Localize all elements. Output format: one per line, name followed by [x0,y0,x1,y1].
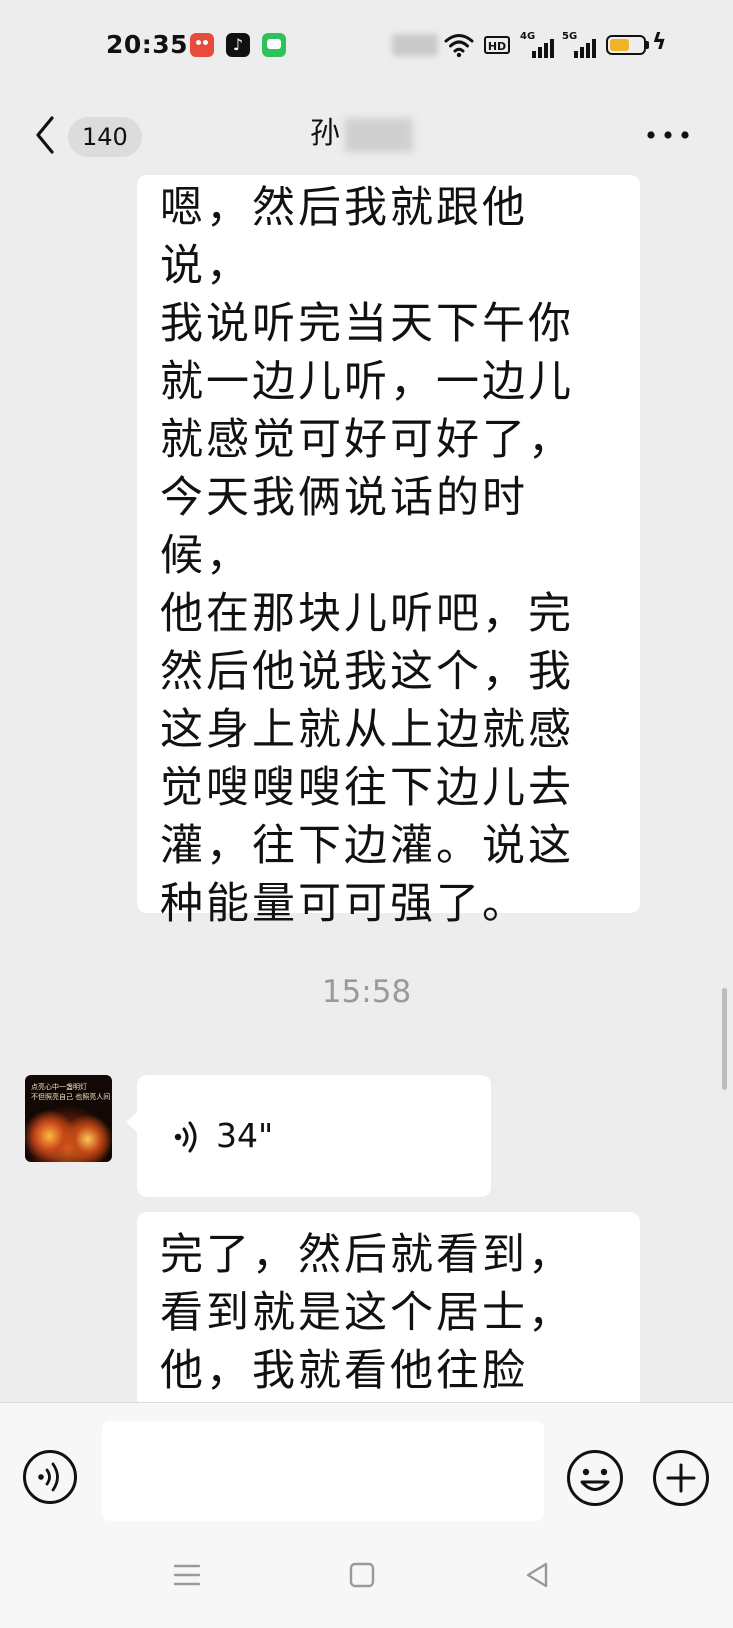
home-square-icon[interactable] [345,1558,379,1592]
message-input[interactable] [102,1421,544,1521]
battery-icon [606,35,646,55]
message-line: 觉嗖嗖嗖往下边儿去 [160,763,574,813]
message-line: 完了，然后就看到， [160,1230,574,1280]
voice-wave-icon [174,1121,197,1153]
message-line: 嗯，然后我就跟他说， [160,183,528,291]
back-arrow-icon[interactable] [30,112,62,158]
voice-message-bubble[interactable]: 34" [126,1075,491,1197]
status-time: 20:35 [106,30,189,59]
message-line: 这身上就从上边就感 [160,705,574,755]
message-line: 种能量可可强了。 [160,879,528,929]
tiktok-icon: ♪ [226,33,250,57]
battery-tip [646,41,649,49]
message-line: 看到就是这个居士， [160,1288,574,1338]
unread-count-badge[interactable]: 140 [68,117,142,157]
message-line: 他在那块儿听吧，完 [160,589,574,639]
emoji-icon[interactable] [566,1449,624,1507]
text-message-bubble[interactable]: 完了，然后就看到， 看到就是这个居士， 他，我就看他往脸 [137,1212,640,1412]
contact-avatar[interactable]: 点亮心中一盏明灯 不但照亮自己 也照亮人间 [25,1075,112,1162]
message-text: 嗯，然后我就跟他说， 我说听完当天下午你 就一边儿听，一边儿 就感觉可好可好了，… [160,179,618,933]
signal-4g-icon: 4G [520,32,554,58]
hd-voice-badge: HD [484,36,510,54]
back-triangle-icon[interactable] [520,1558,554,1592]
signal-5g-icon: 5G [562,32,596,58]
message-line: 就感觉可好可好了， [160,415,574,465]
chat-header: 140 孙 [0,90,733,180]
message-line: 我说听完当天下午你 [160,299,574,349]
message-line: 今天我俩说话的时候， [160,473,528,581]
message-text: 完了，然后就看到， 看到就是这个居士， 他，我就看他往脸 [160,1226,618,1400]
battery-level-fill [610,39,629,51]
blurred-contact-name [345,118,413,152]
message-line: 就一边儿听，一边儿 [160,357,574,407]
voice-duration: 34" [216,1116,274,1155]
charging-icon: ϟ [652,30,667,55]
chat-title: 孙 [310,116,340,151]
avatar-caption: 不但照亮自己 也照亮人间 [31,1093,111,1101]
plus-icon[interactable] [652,1449,710,1507]
message-line: 然后他说我这个，我 [160,647,574,697]
message-line: 灌，往下边灌。说这 [160,821,574,871]
chat-input-bar [0,1402,733,1525]
status-bar: 20:35 ♪ HD 4G 5G ϟ [0,0,733,90]
voice-input-toggle-icon[interactable] [22,1449,78,1505]
menu-icon[interactable] [170,1558,204,1592]
blurred-status-icon [392,34,438,56]
avatar-caption: 点亮心中一盏明灯 [31,1083,87,1091]
system-navigation-bar [0,1524,733,1628]
message-timestamp: 15:58 [321,974,412,1010]
text-message-bubble[interactable]: 嗯，然后我就跟他说， 我说听完当天下午你 就一边儿听，一边儿 就感觉可好可好了，… [137,175,640,929]
message-line: 他，我就看他往脸 [160,1346,528,1396]
scrollbar-thumb[interactable] [722,988,727,1090]
wifi-icon [444,34,474,58]
green-message-icon [262,33,286,57]
red-app-icon [190,33,214,57]
more-options-icon[interactable] [646,130,690,140]
